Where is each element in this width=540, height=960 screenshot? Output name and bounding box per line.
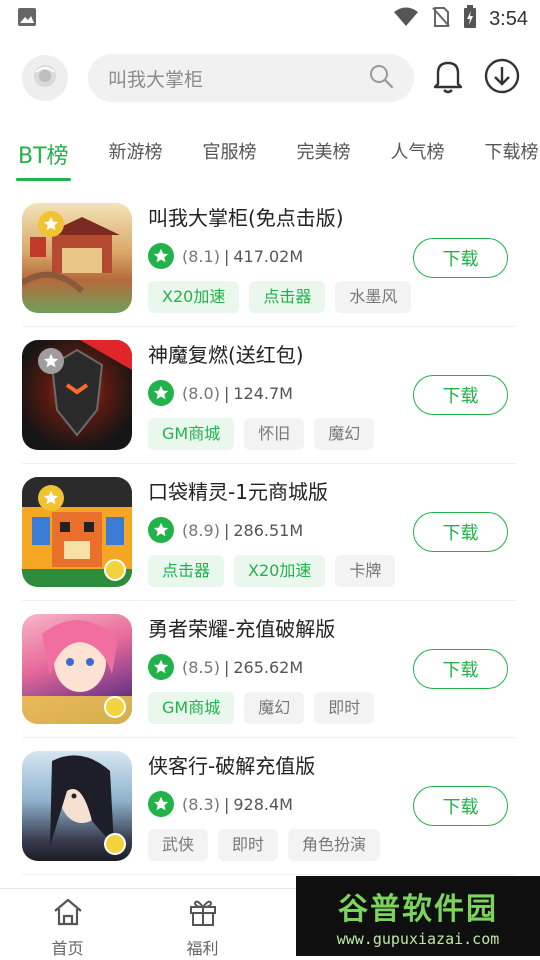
gift-icon — [187, 897, 219, 931]
bell-icon — [432, 58, 464, 98]
tag: GM商城 — [148, 418, 235, 450]
download-button[interactable]: 下载 — [413, 512, 508, 552]
home-icon — [52, 897, 84, 931]
download-button[interactable]: 下载 — [413, 375, 508, 415]
list-item[interactable]: 勇者荣耀-充值破解版 (8.5) | 265.62M GM商城 魔幻 即时 下载 — [22, 601, 516, 738]
battery-charging-icon — [463, 5, 477, 33]
star-badge-icon — [38, 211, 64, 237]
game-name[interactable]: 神魔复燃(送红包) — [148, 340, 516, 370]
rating-score: (8.5) — [182, 657, 220, 677]
nav-label: 首页 — [51, 939, 84, 958]
rating-star-icon — [148, 791, 174, 817]
game-list: 叫我大掌柜(免点击版) (8.1) | 417.02M X20加速 点击器 水墨… — [0, 190, 540, 875]
game-name[interactable]: 叫我大掌柜(免点击版) — [148, 203, 516, 233]
game-icon-image[interactable] — [22, 751, 132, 861]
tag: 角色扮演 — [288, 829, 381, 861]
tag: 卡牌 — [335, 555, 396, 587]
ranking-tabs: BT榜 新游榜 官服榜 完美榜 人气榜 下载榜 — [0, 118, 540, 190]
download-button[interactable]: 下载 — [413, 649, 508, 689]
game-name[interactable]: 口袋精灵-1元商城版 — [148, 477, 516, 507]
watermark-title: 谷普软件园 — [338, 892, 498, 927]
tag: GM商城 — [148, 692, 235, 724]
rating-star-icon — [148, 243, 174, 269]
tag: 点击器 — [249, 281, 326, 313]
notification-button[interactable] — [428, 58, 468, 98]
coin-badge-icon — [104, 833, 126, 855]
game-icon-image[interactable] — [22, 614, 132, 724]
download-button[interactable]: 下载 — [413, 786, 508, 826]
header: 叫我大掌柜 — [0, 38, 540, 118]
download-icon — [483, 57, 521, 99]
nav-home[interactable]: 首页 — [0, 889, 135, 960]
rating-star-icon — [148, 517, 174, 543]
download-manager-button[interactable] — [482, 58, 522, 98]
wifi-icon — [393, 6, 419, 32]
list-item[interactable]: 口袋精灵-1元商城版 (8.9) | 286.51M 点击器 X20加速 卡牌 … — [22, 464, 516, 601]
nav-welfare[interactable]: 福利 — [135, 889, 270, 960]
divider: | — [223, 520, 230, 540]
game-icon-image[interactable] — [22, 203, 132, 313]
tab-popular[interactable]: 人气榜 — [391, 138, 445, 164]
tag: 怀旧 — [244, 418, 305, 450]
rating-star-icon — [148, 380, 174, 406]
game-icon-image[interactable] — [22, 477, 132, 587]
coin-badge-icon — [104, 696, 126, 718]
list-item[interactable]: 神魔复燃(送红包) (8.0) | 124.7M GM商城 怀旧 魔幻 下载 — [22, 327, 516, 464]
divider: | — [223, 657, 230, 677]
tag: 即时 — [314, 692, 375, 724]
divider: | — [223, 383, 230, 403]
clock: 3:54 — [489, 7, 528, 30]
game-name[interactable]: 侠客行-破解充值版 — [148, 751, 516, 781]
list-item[interactable]: 侠客行-破解充值版 (8.3) | 928.4M 武侠 即时 角色扮演 下载 — [22, 738, 516, 875]
status-bar: 3:54 — [0, 0, 540, 38]
tag: 点击器 — [148, 555, 225, 587]
tab-new-games[interactable]: 新游榜 — [109, 138, 163, 164]
list-item[interactable]: 叫我大掌柜(免点击版) (8.1) | 417.02M X20加速 点击器 水墨… — [22, 190, 516, 327]
star-badge-icon — [38, 348, 64, 374]
tab-downloads[interactable]: 下载榜 — [485, 138, 539, 164]
coin-badge-icon — [104, 559, 126, 581]
tag: 武侠 — [148, 829, 209, 861]
divider: | — [223, 246, 230, 266]
divider: | — [223, 794, 230, 814]
tag: 魔幻 — [244, 692, 305, 724]
game-icon-image[interactable] — [22, 340, 132, 450]
rating-star-icon — [148, 654, 174, 680]
file-size: 265.62M — [233, 657, 304, 677]
tab-official[interactable]: 官服榜 — [203, 138, 257, 164]
tag: X20加速 — [148, 281, 240, 313]
file-size: 124.7M — [233, 383, 293, 403]
search-bar[interactable]: 叫我大掌柜 — [88, 54, 414, 102]
file-size: 417.02M — [233, 246, 304, 266]
star-badge-icon — [38, 485, 64, 511]
search-input[interactable]: 叫我大掌柜 — [108, 65, 203, 92]
rating-score: (8.0) — [182, 383, 220, 403]
download-button[interactable]: 下载 — [413, 238, 508, 278]
watermark-url: www.gupuxiazai.com — [336, 930, 500, 948]
search-icon[interactable] — [368, 63, 394, 93]
watermark-logo: 谷普软件园 www.gupuxiazai.com — [296, 876, 540, 956]
tag: 即时 — [218, 829, 279, 861]
tab-bt[interactable]: BT榜 — [16, 138, 71, 181]
tab-perfect[interactable]: 完美榜 — [297, 138, 351, 164]
game-name[interactable]: 勇者荣耀-充值破解版 — [148, 614, 516, 644]
nav-label: 福利 — [186, 939, 219, 958]
file-size: 928.4M — [233, 794, 293, 814]
tag: 魔幻 — [314, 418, 375, 450]
rating-score: (8.1) — [182, 246, 220, 266]
tag: X20加速 — [234, 555, 326, 587]
file-size: 286.51M — [233, 520, 304, 540]
avatar[interactable] — [22, 55, 68, 101]
image-icon — [16, 6, 38, 32]
tag: 水墨风 — [335, 281, 412, 313]
no-sim-icon — [431, 6, 451, 32]
avatar-icon — [31, 62, 59, 94]
rating-score: (8.9) — [182, 520, 220, 540]
rating-score: (8.3) — [182, 794, 220, 814]
